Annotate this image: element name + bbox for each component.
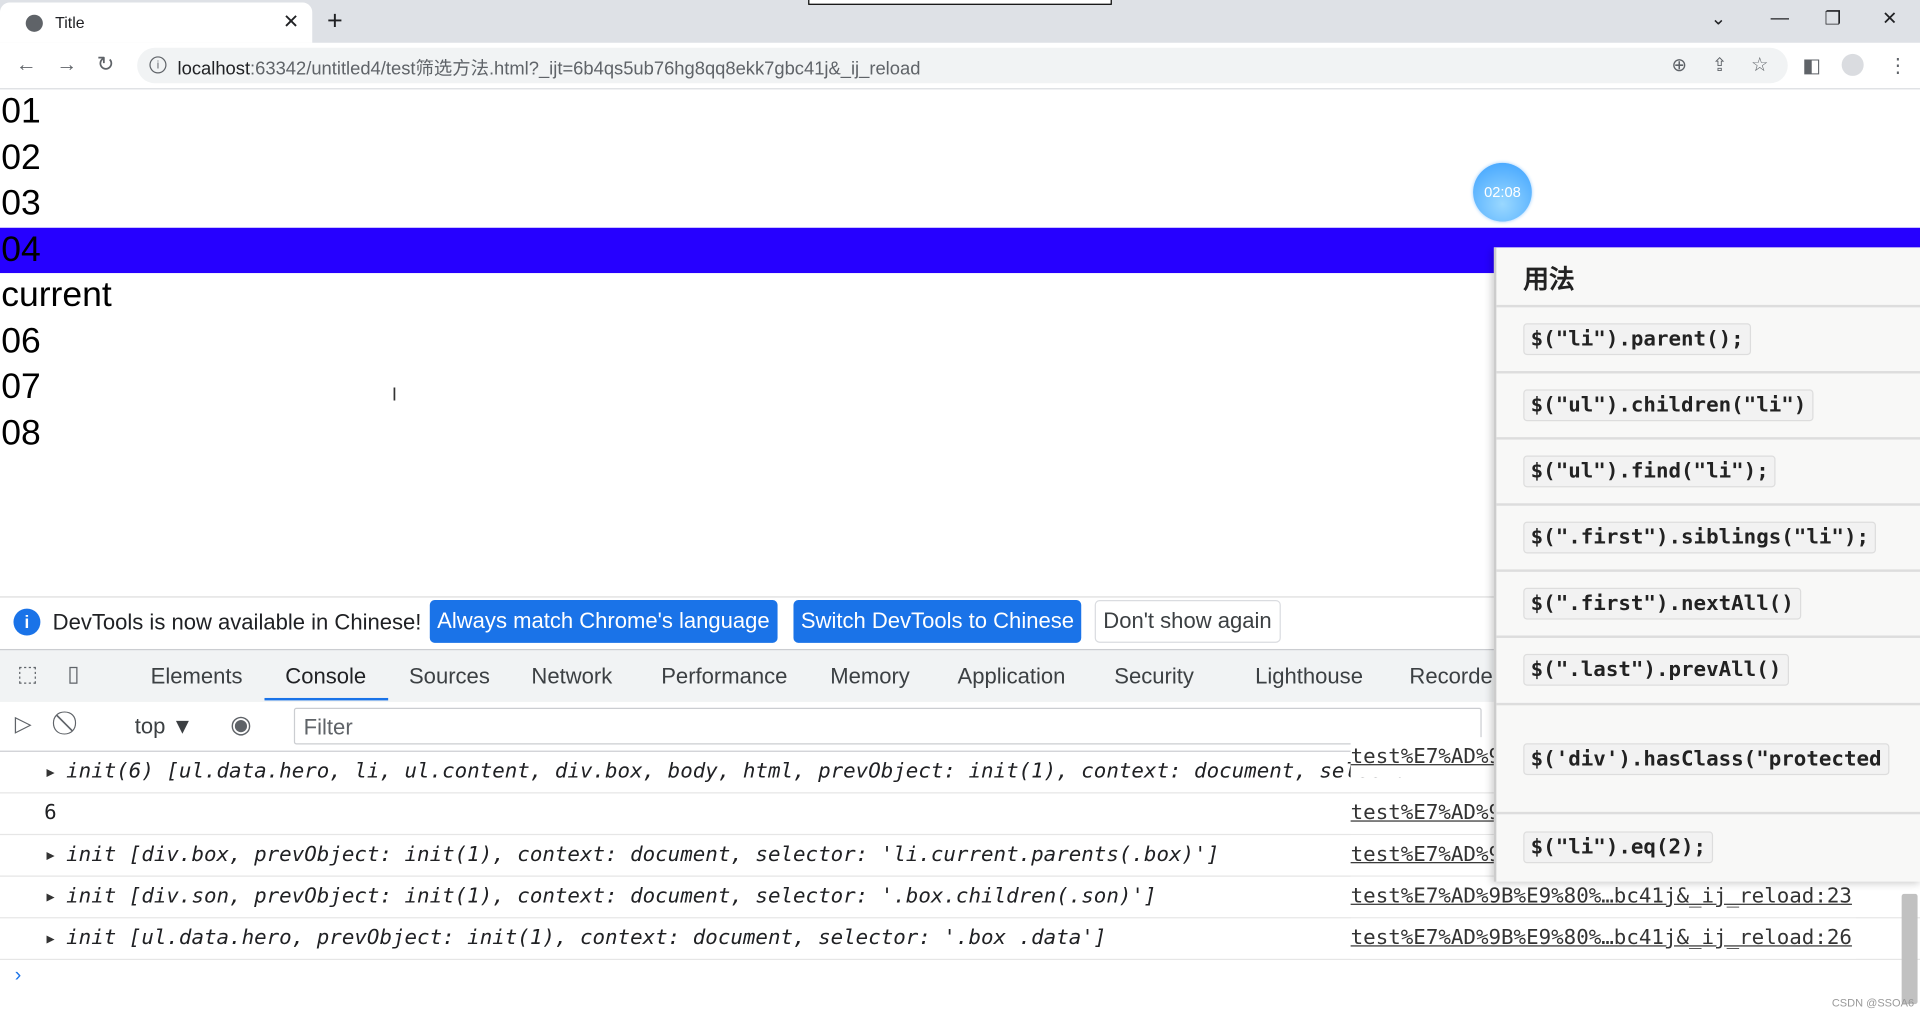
back-icon[interactable]: ← bbox=[16, 53, 37, 77]
console-prompt[interactable]: › bbox=[15, 965, 22, 987]
code-snippet: $("ul").find("li"); bbox=[1523, 455, 1777, 488]
expand-triangle-icon[interactable]: ▶ bbox=[47, 918, 55, 958]
source-link[interactable]: test%E7%AD%9 bbox=[1350, 737, 1506, 778]
minimize-button[interactable]: — bbox=[1771, 7, 1789, 28]
tab-console[interactable]: Console bbox=[285, 664, 366, 690]
panel-row: $(".first").siblings("li"); bbox=[1496, 503, 1920, 569]
source-link[interactable]: test%E7%AD%9B%E9%80%…bc41j&_ij_reload:26 bbox=[1350, 918, 1857, 959]
reload-icon[interactable]: ↻ bbox=[97, 53, 114, 77]
code-snippet: $("li").parent(); bbox=[1523, 323, 1752, 356]
code-snippet: $(".first").nextAll() bbox=[1523, 587, 1802, 620]
side-panel-icon[interactable]: ◧ bbox=[1802, 54, 1821, 78]
usage-overlay-panel: 用法 $("li").parent(); $("ul").children("l… bbox=[1493, 247, 1920, 882]
panel-row: $("ul").children("li") bbox=[1496, 371, 1920, 437]
console-text: init [ul.data.hero, prevObject: init(1),… bbox=[66, 925, 1107, 951]
source-link[interactable]: test%E7%AD%9 bbox=[1350, 793, 1506, 834]
url-path: :63342/untitled4/test筛选方法.html?_ijt=6b4q… bbox=[250, 58, 921, 80]
scrollbar[interactable] bbox=[1901, 893, 1918, 1005]
panel-title: 用法 bbox=[1523, 265, 1575, 294]
globe-icon bbox=[25, 14, 43, 32]
console-row[interactable]: ▶ init [ul.data.hero, prevObject: init(1)… bbox=[0, 918, 1920, 961]
source-link[interactable]: test%E7%AD%9 bbox=[1350, 835, 1506, 876]
list-item: 02 bbox=[1, 137, 41, 177]
overlay-box bbox=[808, 0, 1112, 5]
active-tab-indicator bbox=[264, 697, 389, 701]
tab-lighthouse[interactable]: Lighthouse bbox=[1255, 664, 1363, 690]
source-link[interactable]: test%E7%AD%9B%E9%80%…bc41j&_ij_reload:23 bbox=[1350, 876, 1857, 918]
zoom-icon[interactable]: ⊕ bbox=[1671, 54, 1686, 76]
browser-tab[interactable]: Title ✕ bbox=[0, 2, 313, 43]
panel-row: $(".last").prevAll() bbox=[1496, 635, 1920, 705]
tab-security[interactable]: Security bbox=[1114, 664, 1194, 690]
expand-triangle-icon[interactable]: ▶ bbox=[47, 877, 55, 917]
timer-badge[interactable]: 02:08 bbox=[1473, 162, 1532, 222]
console-text: init(6) [ul.data.hero, li, ul.content, d… bbox=[66, 759, 1520, 784]
url-host: localhost bbox=[177, 58, 251, 80]
always-match-language-button[interactable]: Always match Chrome's language bbox=[429, 600, 778, 643]
tab-recorder[interactable]: Recorder bbox=[1409, 664, 1500, 690]
tab-application[interactable]: Application bbox=[958, 664, 1066, 690]
code-snippet: $('div').hasClass("protected bbox=[1523, 743, 1889, 776]
code-snippet: $("ul").children("li") bbox=[1523, 389, 1814, 422]
expand-triangle-icon[interactable]: ▶ bbox=[47, 835, 55, 875]
infobar-message: DevTools is now available in Chinese! bbox=[52, 609, 422, 635]
switch-to-chinese-button[interactable]: Switch DevTools to Chinese bbox=[793, 600, 1082, 643]
restore-button[interactable]: ❐ bbox=[1825, 7, 1841, 30]
code-snippet: $(".first").siblings("li"); bbox=[1523, 521, 1877, 554]
filter-input[interactable]: Filter bbox=[293, 707, 1482, 745]
expand-triangle-icon[interactable]: ▶ bbox=[47, 752, 55, 792]
text-cursor-icon: I bbox=[391, 384, 397, 406]
dont-show-again-button[interactable]: Don't show again bbox=[1094, 600, 1281, 643]
share-icon[interactable]: ⇪ bbox=[1712, 54, 1727, 76]
close-window-button[interactable]: ✕ bbox=[1882, 7, 1897, 30]
context-selector[interactable]: top ▼ bbox=[135, 714, 194, 740]
list-item: 01 bbox=[1, 91, 41, 132]
list-item: 03 bbox=[1, 183, 41, 223]
tab-network[interactable]: Network bbox=[531, 664, 612, 690]
tab-elements[interactable]: Elements bbox=[151, 664, 243, 690]
tab-title: Title bbox=[55, 13, 85, 32]
tab-search-icon[interactable]: ⌄ bbox=[1711, 7, 1726, 30]
forward-icon[interactable]: → bbox=[56, 53, 77, 77]
console-text: init [div.son, prevObject: init(1), cont… bbox=[66, 884, 1157, 909]
info-icon[interactable]: i bbox=[149, 56, 167, 74]
panel-row: $(".first").nextAll() bbox=[1496, 569, 1920, 635]
console-text: 6 bbox=[44, 800, 57, 826]
tab-performance[interactable]: Performance bbox=[661, 664, 787, 690]
device-toolbar-icon[interactable]: ▯ bbox=[67, 661, 79, 687]
profile-icon[interactable] bbox=[1841, 53, 1864, 76]
sidebar-toggle-icon[interactable]: ▷ bbox=[15, 711, 32, 737]
code-snippet: $(".last").prevAll() bbox=[1523, 653, 1789, 686]
new-tab-button[interactable]: + bbox=[327, 5, 343, 37]
panel-row: $("ul").find("li"); bbox=[1496, 437, 1920, 503]
close-tab-icon[interactable]: ✕ bbox=[283, 10, 299, 34]
panel-row: $("li").parent(); bbox=[1496, 304, 1920, 371]
star-icon[interactable]: ☆ bbox=[1751, 53, 1769, 77]
panel-row: $("li").eq(2); bbox=[1496, 811, 1920, 882]
menu-icon[interactable]: ⋮ bbox=[1888, 54, 1908, 78]
address-bar[interactable]: i localhost:63342/untitled4/test筛选方法.htm… bbox=[137, 47, 1788, 84]
eye-icon[interactable]: ◉ bbox=[230, 709, 251, 740]
code-snippet: $("li").eq(2); bbox=[1523, 831, 1714, 864]
console-text: init [div.box, prevObject: init(1), cont… bbox=[66, 842, 1220, 867]
console-row[interactable]: ▶ init [div.son, prevObject: init(1), con… bbox=[0, 876, 1920, 919]
tab-strip: Title ✕ + ⌄ — ❐ ✕ bbox=[0, 0, 1920, 43]
panel-row: $('div').hasClass("protected bbox=[1496, 702, 1920, 813]
inspect-element-icon[interactable]: ⬚ bbox=[17, 661, 38, 687]
tab-memory[interactable]: Memory bbox=[830, 664, 910, 690]
tab-sources[interactable]: Sources bbox=[409, 664, 490, 690]
watermark: CSDN @SSOA6 bbox=[1831, 996, 1915, 1009]
filter-placeholder: Filter bbox=[303, 715, 353, 740]
info-icon: i bbox=[13, 608, 41, 636]
toolbar: ← → ↻ i localhost:63342/untitled4/test筛选… bbox=[0, 42, 1920, 90]
